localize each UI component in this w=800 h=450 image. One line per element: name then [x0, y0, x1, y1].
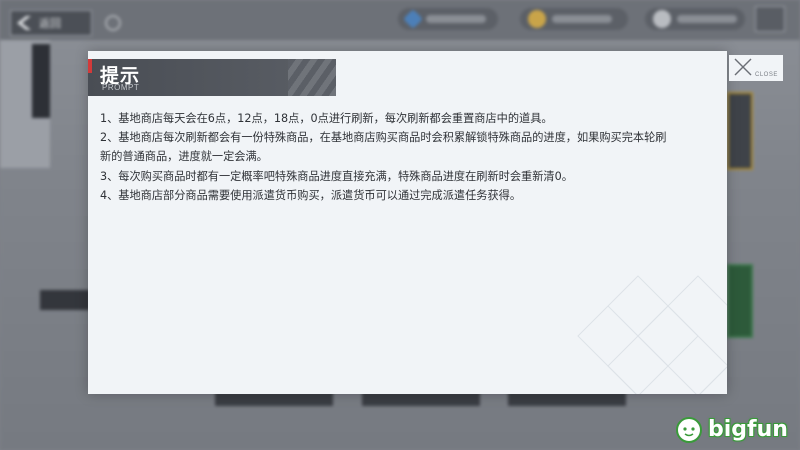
stamina-icon — [653, 10, 671, 28]
background-price-slot — [362, 392, 480, 406]
currency-icon — [403, 9, 423, 29]
close-icon — [734, 58, 752, 76]
currency-display-3 — [645, 8, 745, 30]
prompt-dialog: 提示 PROMPT 1、基地商店每天会在6点，12点，18点，0点进行刷新，每次… — [88, 51, 727, 394]
rule-line: 2、基地商店每次刷新都会有一份特殊商品，在基地商店购买商品时会积累解锁特殊商品的… — [100, 131, 667, 145]
rule-line: 新的普通商品，进度就一定会满。 — [100, 150, 268, 164]
back-arrow-icon — [17, 16, 31, 30]
dialog-subtitle: PROMPT — [102, 83, 140, 92]
watermark-mascot-icon — [676, 417, 702, 443]
currency-display-2 — [520, 8, 628, 30]
rule-line: 4、基地商店部分商品需要使用派遣货币购买，派遣货币可以通过完成派遣任务获得。 — [100, 188, 522, 202]
background-price-slot — [508, 392, 626, 406]
close-label: CLOSE — [755, 72, 778, 78]
back-button[interactable]: 返回 — [10, 10, 92, 36]
mail-icon[interactable] — [755, 6, 785, 32]
info-icon[interactable] — [105, 15, 121, 31]
background-card-label — [40, 290, 90, 310]
decorative-lattice — [577, 275, 727, 394]
background-shop-item — [727, 92, 753, 170]
dialog-content: 1、基地商店每天会在6点，12点，18点，0点进行刷新，每次刷新都会重置商店中的… — [100, 109, 715, 205]
close-button[interactable]: CLOSE — [729, 55, 783, 81]
coin-icon — [528, 10, 546, 28]
watermark: bigfun — [674, 410, 798, 448]
back-label: 返回 — [39, 17, 61, 30]
title-stripes — [288, 59, 336, 96]
background-shop-item — [727, 264, 753, 338]
rule-line: 1、基地商店每天会在6点，12点，18点，0点进行刷新，每次刷新都会重置商店中的… — [100, 112, 553, 125]
watermark-text: bigfun — [708, 416, 788, 442]
currency-display-1 — [398, 8, 498, 30]
rule-line: 3、每次购买商品时都有一定概率吧特殊商品进度直接充满，特殊商品进度在刷新时会重新… — [100, 169, 573, 183]
title-accent — [88, 59, 92, 73]
background-price-slot — [215, 392, 333, 406]
